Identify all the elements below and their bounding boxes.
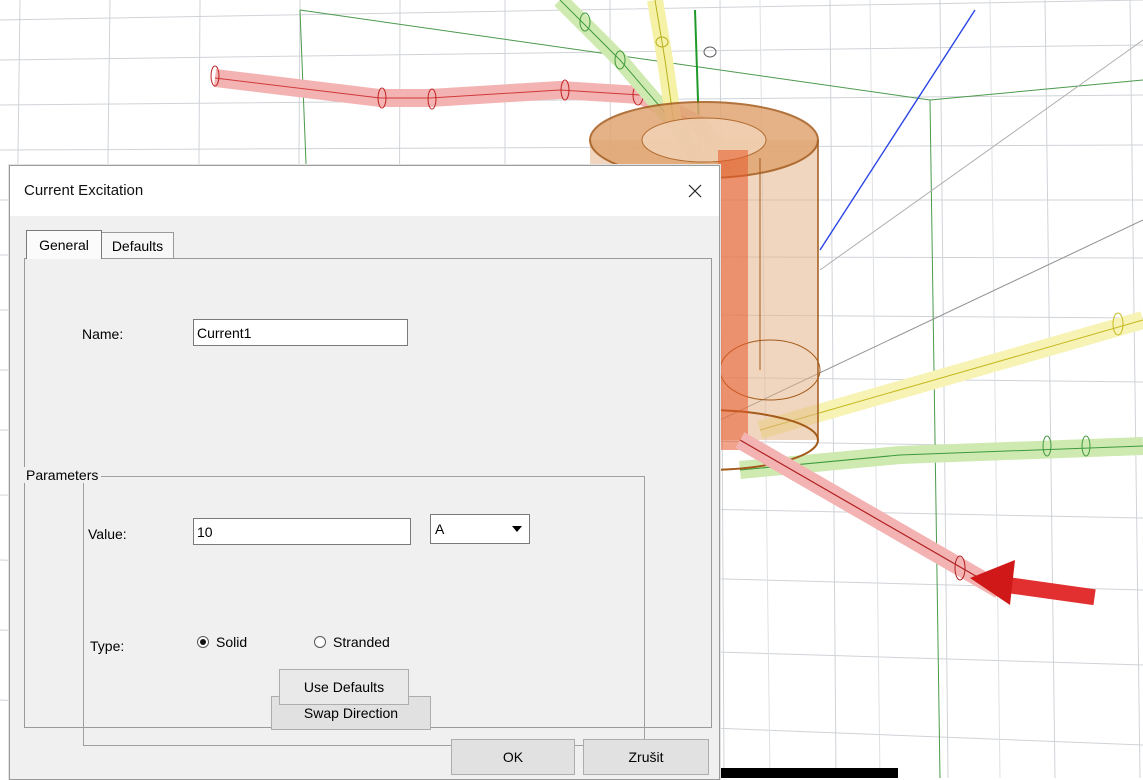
type-label: Type: — [90, 638, 125, 654]
ok-button[interactable]: OK — [451, 739, 575, 775]
radio-solid[interactable] — [197, 636, 209, 648]
dialog-titlebar[interactable]: Current Excitation — [10, 166, 719, 216]
axis-blue — [819, 9, 976, 251]
current-direction-arrow — [970, 560, 1096, 606]
tab-defaults-label: Defaults — [111, 238, 164, 254]
value-field[interactable] — [193, 518, 411, 545]
value-label: Value: — [88, 526, 127, 542]
close-button[interactable] — [671, 166, 719, 216]
tab-general-label: General — [39, 237, 89, 253]
radio-stranded[interactable] — [314, 636, 326, 648]
current-excitation-dialog: Current Excitation General Defaults Name… — [9, 165, 720, 780]
taskbar-fragment — [718, 768, 898, 778]
use-defaults-button[interactable]: Use Defaults — [279, 669, 409, 705]
cancel-button[interactable]: Zrušit — [583, 739, 709, 775]
tab-defaults[interactable]: Defaults — [101, 232, 174, 259]
parameters-legend: Parameters — [23, 467, 102, 483]
unit-dropdown-button[interactable] — [507, 517, 527, 541]
dialog-title: Current Excitation — [24, 182, 144, 199]
close-icon — [688, 184, 702, 198]
name-field[interactable] — [193, 319, 408, 346]
general-tab-panel: Name: Parameters Value: A Type: Solid St… — [23, 258, 712, 746]
unit-select[interactable]: A — [430, 514, 530, 544]
unit-select-value: A — [435, 521, 445, 537]
tab-general[interactable]: General — [26, 230, 102, 259]
name-label: Name: — [82, 326, 124, 342]
radio-stranded-label[interactable]: Stranded — [333, 634, 390, 650]
chevron-down-icon — [512, 526, 522, 532]
radio-solid-label[interactable]: Solid — [216, 634, 247, 650]
